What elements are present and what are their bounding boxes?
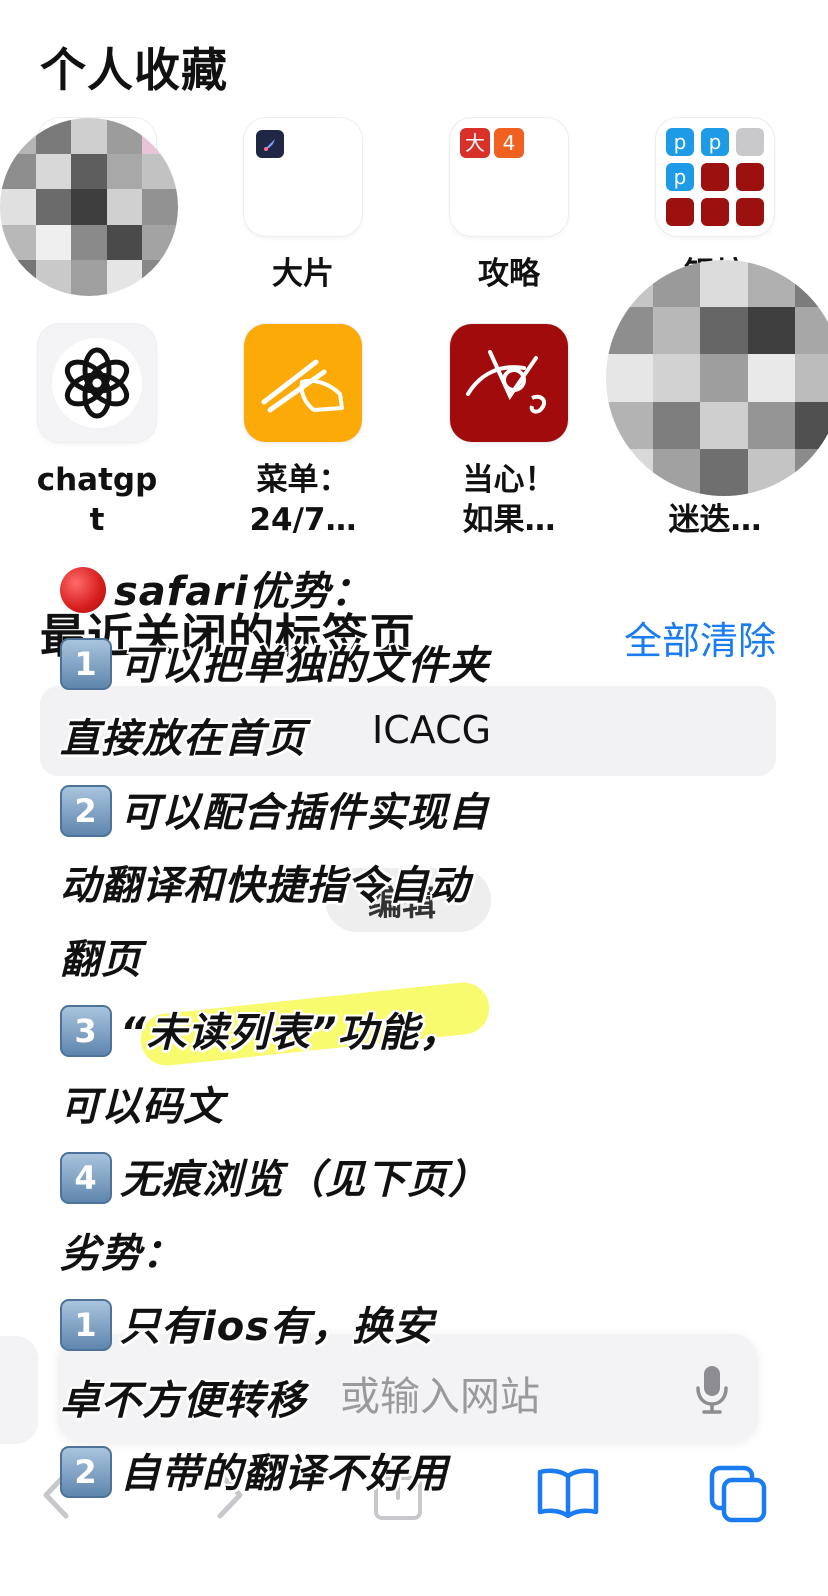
pixelated-avatar-top-left (0, 118, 178, 296)
overlay-line: 4 无痕浏览（见下页） (60, 1144, 620, 1218)
address-placeholder: 或输入网站 (340, 1374, 540, 1420)
rocket-icon (256, 130, 284, 158)
badge-da-icon: 大 (460, 128, 490, 158)
openai-logo-icon (52, 338, 142, 428)
badge-four-icon: 4 (494, 128, 524, 158)
favorite-label-chatgpt-2: t (89, 502, 105, 538)
favorite-tile-chatgpt[interactable] (38, 324, 156, 442)
favorite-label-dapian: 大片 (272, 256, 334, 292)
overlay-line: 可以码文 (60, 1083, 224, 1130)
keycap-three-icon: 3 (60, 1005, 112, 1057)
favorite-label-gonglue: 攻略 (478, 256, 540, 292)
favorites-title: 个人收藏 (40, 43, 228, 97)
bookmarks-icon[interactable] (536, 1466, 600, 1519)
clear-all-button[interactable]: 全部清除 (624, 610, 776, 665)
keycap-four-icon: 4 (60, 1152, 112, 1204)
favorite-label-blurred-2: 迷迭… (668, 502, 762, 538)
edit-button-label: 编辑 (368, 884, 436, 924)
microphone-icon[interactable] (694, 1364, 730, 1416)
forward-chevron-icon[interactable] (212, 1470, 248, 1520)
favorite-tile-gonglue[interactable]: 大 4 (450, 118, 568, 236)
favorite-tile-menu[interactable] (244, 324, 362, 442)
favorite-tile-folder[interactable]: p p p (656, 118, 774, 236)
overlay-line: 2 可以配合插件实现自 (60, 777, 620, 851)
share-icon[interactable] (372, 1462, 424, 1522)
overlay-line: 翻页 (60, 936, 142, 983)
favorite-label-menu-2: 24/7… (249, 502, 357, 538)
previous-tab-edge[interactable] (0, 1336, 38, 1444)
chopsticks-icon (261, 359, 344, 413)
favorite-label-chatgpt-1: chatgp (36, 462, 158, 498)
favorite-label-caution-1: 当心！ (462, 462, 556, 498)
svg-text:p: p (709, 130, 722, 154)
tabs-icon[interactable] (708, 1464, 768, 1524)
favorite-tile-dapian[interactable] (244, 118, 362, 236)
favorite-label-menu-1: 菜单： (256, 462, 350, 498)
overlay-heading-disadvantages: 劣势： (60, 1230, 183, 1277)
favorite-tile-caution[interactable] (450, 324, 568, 442)
closed-tab-label: ICACG (372, 708, 492, 752)
keycap-two-icon: 2 (60, 784, 112, 837)
favorite-label-caution-2: 如果… (462, 502, 556, 538)
red-brand-icon (466, 350, 547, 414)
back-chevron-icon[interactable] (38, 1470, 74, 1520)
folder-grid-icon: p p p (666, 128, 764, 226)
pixelated-avatar-right (606, 260, 828, 496)
highlighter-mark (138, 979, 492, 1069)
svg-text:p: p (674, 165, 687, 189)
recent-closed-title: 最近关闭的标签页 (40, 609, 416, 663)
svg-text:p: p (674, 130, 687, 154)
